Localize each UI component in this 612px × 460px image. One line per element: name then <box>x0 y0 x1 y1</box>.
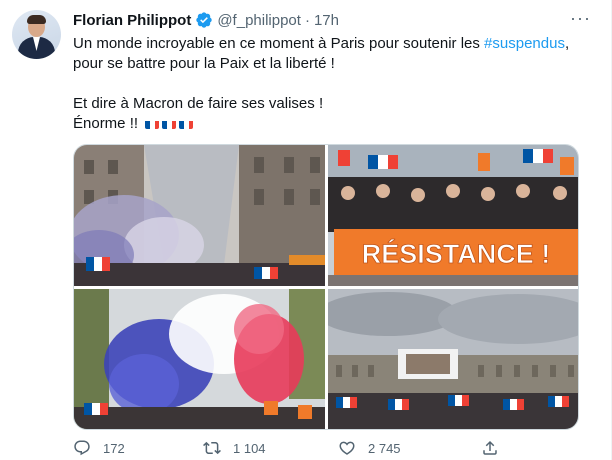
retweet-count: 1 104 <box>233 440 266 456</box>
reply-button[interactable]: 172 <box>73 439 125 457</box>
retweet-icon <box>203 441 221 455</box>
timestamp[interactable]: 17h <box>314 12 339 29</box>
french-flag-icon <box>162 118 177 129</box>
verified-badge-icon <box>196 12 213 28</box>
photo-street-smoke[interactable] <box>74 145 325 286</box>
tweet-header: Florian Philippot @f_philippot · 17h <box>73 10 587 30</box>
tweet-line-3: Et dire à Macron de faire ses valises ! <box>73 95 324 112</box>
more-icon[interactable]: ··· <box>570 9 591 27</box>
author-name[interactable]: Florian Philippot <box>73 12 191 29</box>
french-flag-icon <box>145 118 160 129</box>
photo-louvre-crowd[interactable] <box>328 289 578 429</box>
retweet-button[interactable]: 1 104 <box>203 439 266 457</box>
author-handle[interactable]: @f_philippot <box>217 12 301 29</box>
tweet[interactable]: Florian Philippot @f_philippot · 17h ···… <box>0 0 612 460</box>
media-grid[interactable]: RÉSISTANCE ! <box>73 144 579 430</box>
separator: · <box>304 11 310 29</box>
tweet-line-4: Énorme !! <box>73 114 583 134</box>
reply-icon <box>74 440 90 456</box>
like-count: 2 745 <box>368 440 401 456</box>
action-bar: 172 1 104 2 745 <box>73 438 583 458</box>
photo-tricolor-smoke[interactable] <box>74 289 325 429</box>
avatar[interactable] <box>12 10 61 59</box>
banner-text: RÉSISTANCE ! <box>362 238 551 269</box>
share-button[interactable] <box>481 439 511 457</box>
like-icon <box>339 441 355 455</box>
photo-resistance-banner[interactable]: RÉSISTANCE ! <box>328 145 578 286</box>
tweet-line-2: pour se battre pour la Paix et la libert… <box>73 55 335 72</box>
like-button[interactable]: 2 745 <box>338 439 401 457</box>
share-icon <box>483 440 497 455</box>
french-flags <box>142 115 194 132</box>
reply-count: 172 <box>103 440 125 456</box>
tweet-text: Un monde incroyable en ce moment à Paris… <box>73 34 583 134</box>
hashtag-link[interactable]: #suspendus <box>484 35 565 52</box>
tweet-line-1: Un monde incroyable en ce moment à Paris… <box>73 35 570 52</box>
french-flag-icon <box>179 118 194 129</box>
